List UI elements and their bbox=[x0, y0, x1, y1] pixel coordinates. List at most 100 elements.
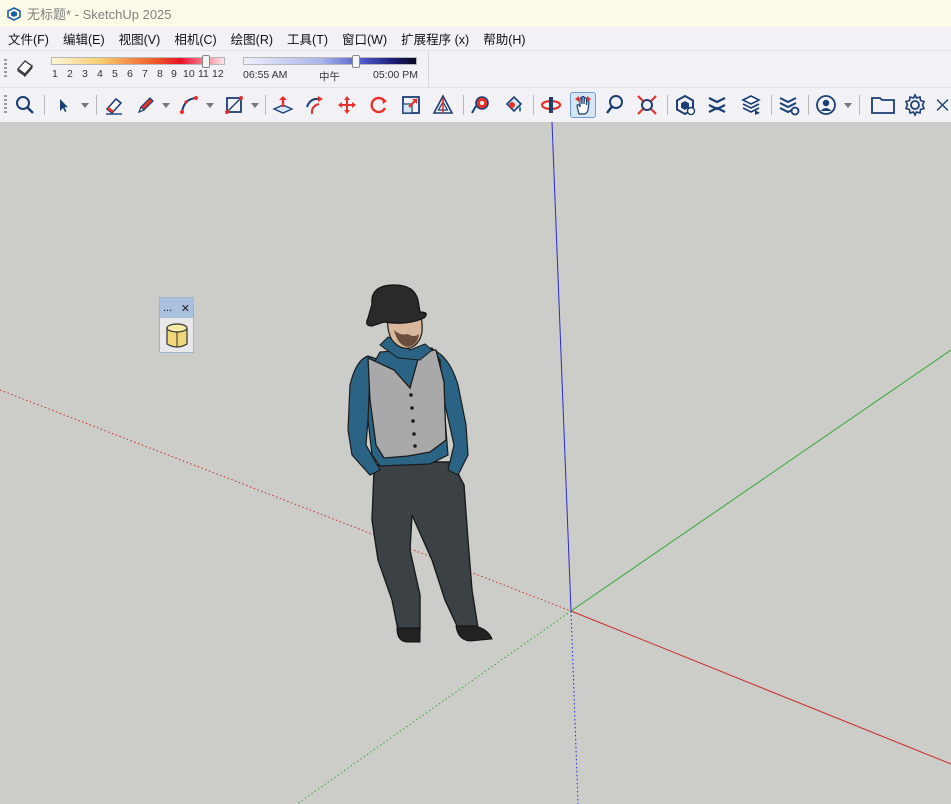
menu-item-4[interactable]: 绘图(R) bbox=[223, 29, 279, 48]
follow-me-button[interactable] bbox=[302, 92, 328, 118]
floating-panel-close[interactable]: ✕ bbox=[181, 302, 190, 315]
components-icon bbox=[676, 94, 696, 116]
month-tick-1: 1 bbox=[52, 68, 58, 80]
shadow-toolbar: 1 2 3 4 5 6 7 8 9 10 11 12 06:55 AM 中午 05:00 PM bbox=[0, 50, 951, 88]
month-slider-thumb[interactable] bbox=[201, 55, 210, 68]
eraser-button[interactable] bbox=[101, 92, 127, 118]
components-button[interactable] bbox=[672, 92, 698, 118]
sections-button[interactable] bbox=[704, 92, 730, 118]
floating-panel-menu[interactable]: ... bbox=[163, 302, 172, 314]
time-end-label: 05:00 PM bbox=[373, 69, 418, 81]
tape-measure-button[interactable] bbox=[468, 92, 494, 118]
menu-item-8[interactable]: 帮助(H) bbox=[475, 29, 531, 48]
layer-settings-button[interactable] bbox=[776, 92, 802, 118]
menu-item-5[interactable]: 工具(T) bbox=[279, 29, 334, 48]
pan-hand-icon bbox=[575, 95, 591, 115]
menu-item-0[interactable]: 文件(F) bbox=[0, 29, 55, 48]
layers-button[interactable] bbox=[738, 92, 764, 118]
magnifier-icon bbox=[16, 96, 34, 114]
toolbar-grip[interactable] bbox=[4, 95, 7, 115]
settings-button[interactable] bbox=[902, 92, 928, 118]
offset-icon bbox=[432, 94, 454, 114]
zoom-window-button[interactable] bbox=[634, 92, 660, 118]
cylinder-tool-button[interactable] bbox=[160, 318, 193, 351]
floating-panel-header[interactable]: ... ✕ bbox=[160, 298, 193, 318]
separator bbox=[265, 95, 266, 115]
separator bbox=[859, 95, 860, 115]
arrow-cursor-icon bbox=[60, 99, 68, 112]
push-pull-button[interactable] bbox=[270, 92, 296, 118]
paint-bucket-icon bbox=[505, 95, 523, 113]
sketchup-logo-icon bbox=[7, 6, 21, 21]
layers-icon bbox=[741, 95, 761, 115]
red-axis-positive bbox=[570, 610, 951, 765]
zoom-button[interactable] bbox=[602, 92, 628, 118]
floating-tool-panel: ... ✕ bbox=[159, 297, 194, 353]
month-tick-7: 7 bbox=[142, 68, 148, 80]
tape-measure-icon bbox=[471, 96, 489, 114]
model-viewport[interactable]: ... ✕ bbox=[0, 122, 951, 804]
toolbar-grip[interactable] bbox=[4, 59, 7, 79]
blue-axis-positive bbox=[551, 122, 572, 612]
menu-bar: 文件(F) 编辑(E) 视图(V) 相机(C) 绘图(R) 工具(T) 窗口(W) 扩展程序 … bbox=[0, 27, 951, 50]
month-tick-5: 5 bbox=[112, 68, 118, 80]
user-avatar-icon bbox=[816, 95, 836, 115]
select-dropdown[interactable] bbox=[80, 98, 90, 112]
offset-button[interactable] bbox=[430, 92, 456, 118]
zoom-extents-button[interactable] bbox=[12, 92, 38, 118]
month-tick-3: 3 bbox=[82, 68, 88, 80]
time-slider-thumb[interactable] bbox=[352, 55, 360, 68]
shadow-toggle-button[interactable] bbox=[12, 55, 38, 81]
menu-item-3[interactable]: 相机(C) bbox=[166, 29, 222, 48]
arc-icon bbox=[180, 96, 198, 114]
eraser-icon bbox=[105, 97, 123, 115]
chevron-down-icon bbox=[81, 102, 89, 108]
arc-button[interactable] bbox=[176, 92, 202, 118]
separator bbox=[533, 95, 534, 115]
arc-dropdown[interactable] bbox=[205, 98, 215, 112]
person-figure[interactable] bbox=[347, 284, 493, 643]
menu-item-7[interactable]: 扩展程序 (x) bbox=[393, 29, 475, 48]
viewport-canvas[interactable] bbox=[0, 122, 951, 804]
month-tick-6: 6 bbox=[127, 68, 133, 80]
paint-bucket-button[interactable] bbox=[500, 92, 526, 118]
move-button[interactable] bbox=[334, 92, 360, 118]
scale-button[interactable] bbox=[398, 92, 424, 118]
shadow-eraser-icon bbox=[17, 60, 33, 78]
rotate-icon bbox=[370, 96, 387, 114]
open-folder-button[interactable] bbox=[870, 92, 896, 118]
select-button[interactable] bbox=[50, 92, 76, 118]
account-button[interactable] bbox=[813, 92, 839, 118]
month-tick-10: 10 bbox=[183, 68, 195, 80]
month-tick-12: 12 bbox=[212, 68, 224, 80]
account-dropdown[interactable] bbox=[843, 98, 853, 112]
line-dropdown[interactable] bbox=[161, 98, 171, 112]
close-panel-button[interactable] bbox=[934, 92, 951, 118]
push-pull-icon bbox=[272, 96, 294, 114]
green-axis-negative bbox=[296, 610, 572, 804]
time-slider[interactable] bbox=[243, 57, 417, 65]
scale-icon bbox=[402, 96, 420, 114]
cylinder-icon bbox=[165, 323, 188, 348]
rectangle-dropdown[interactable] bbox=[250, 98, 260, 112]
month-tick-9: 9 bbox=[171, 68, 177, 80]
red-axis-negative bbox=[0, 389, 572, 612]
chevron-down-icon bbox=[162, 102, 170, 108]
chevron-down-icon bbox=[844, 102, 852, 108]
line-button[interactable] bbox=[133, 92, 159, 118]
menu-item-6[interactable]: 窗口(W) bbox=[334, 29, 393, 48]
menu-item-1[interactable]: 编辑(E) bbox=[55, 29, 111, 48]
separator bbox=[667, 95, 668, 115]
orbit-button[interactable] bbox=[538, 92, 564, 118]
window-title: 无标题* - SketchUp 2025 bbox=[27, 7, 172, 22]
layer-settings-icon bbox=[779, 97, 800, 116]
shadow-panel: 1 2 3 4 5 6 7 8 9 10 11 12 06:55 AM 中午 05:00 PM bbox=[0, 51, 429, 87]
pan-button[interactable] bbox=[570, 92, 596, 118]
menu-item-2[interactable]: 视图(V) bbox=[111, 29, 167, 48]
folder-icon bbox=[871, 97, 895, 114]
rotate-button[interactable] bbox=[366, 92, 392, 118]
rectangle-button[interactable] bbox=[221, 92, 247, 118]
month-slider[interactable] bbox=[51, 57, 225, 65]
follow-me-icon bbox=[306, 96, 323, 115]
separator bbox=[771, 95, 772, 115]
